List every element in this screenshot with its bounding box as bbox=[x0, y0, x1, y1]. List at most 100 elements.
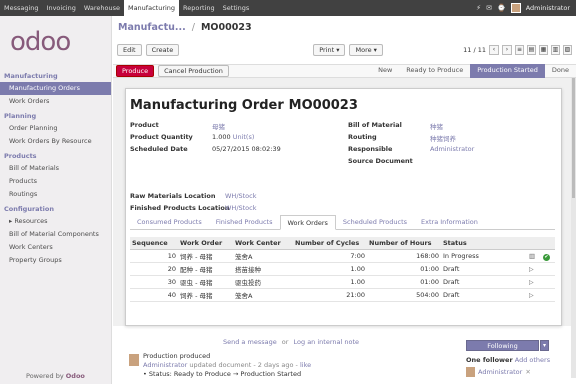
sidebar-item-work-centers[interactable]: Work Centers bbox=[0, 241, 111, 254]
chatter-or: or bbox=[281, 338, 289, 346]
toolbar: Edit Create Print ▾ More ▾ 11 / 11 ‹ › ≡… bbox=[113, 42, 576, 58]
tab-work-orders[interactable]: Work Orders bbox=[279, 215, 336, 230]
sidebar-item-routings[interactable]: Routings bbox=[0, 188, 111, 201]
table-row[interactable]: 10 饲养 - 母猪 笼舍A 7:00 168:00 In Progress ▥… bbox=[130, 249, 555, 263]
cell-hours: 01:00 bbox=[367, 262, 441, 276]
tab-consumed-products[interactable]: Consumed Products bbox=[130, 215, 209, 229]
pause-icon[interactable]: ▥ bbox=[527, 249, 541, 263]
user-menu[interactable]: Administrator bbox=[526, 4, 570, 12]
menu-reporting[interactable]: Reporting bbox=[179, 0, 219, 16]
scrollbar[interactable] bbox=[571, 78, 576, 378]
menu-settings[interactable]: Settings bbox=[219, 0, 254, 16]
scrollbar-thumb[interactable] bbox=[572, 78, 575, 198]
product-field[interactable]: 母猪 bbox=[212, 123, 225, 131]
source-doc-label: Source Document bbox=[348, 157, 413, 165]
row-empty bbox=[541, 262, 555, 276]
cell-work-order: 饲养 - 母猪 bbox=[178, 249, 233, 263]
more-button[interactable]: More ▾ bbox=[349, 44, 383, 56]
send-message-link[interactable]: Send a message bbox=[223, 338, 277, 346]
odoo-logo[interactable]: odoo bbox=[0, 16, 111, 68]
menu-warehouse[interactable]: Warehouse bbox=[80, 0, 124, 16]
menu-messaging[interactable]: Messaging bbox=[0, 0, 43, 16]
calendar-view-icon[interactable]: ▦ bbox=[539, 45, 548, 55]
col-work-order[interactable]: Work Order bbox=[178, 237, 233, 250]
log-note-link[interactable]: Log an internal note bbox=[294, 338, 360, 346]
tab-finished-products[interactable]: Finished Products bbox=[209, 215, 280, 229]
breadcrumb: Manufactu... / MO00023 bbox=[113, 16, 576, 42]
col-cycles[interactable]: Number of Cycles bbox=[293, 237, 367, 250]
add-others-link[interactable]: Add others bbox=[515, 356, 550, 364]
sidebar-item-resources[interactable]: ▸ Resources bbox=[0, 215, 111, 228]
chat-icon[interactable]: ✉ bbox=[486, 4, 492, 12]
pager: 11 / 11 ‹ › ≡ ▤ ▦ ▥ ▨ bbox=[463, 45, 572, 55]
qty-field[interactable]: 1.000 bbox=[212, 133, 231, 141]
sidebar-item-bill-of-materials[interactable]: Bill of Materials bbox=[0, 162, 111, 175]
col-actions-2 bbox=[541, 237, 555, 250]
table-row[interactable]: 40 饲养 - 母猪 笼舍A 21:00 504:00 Draft ▷ bbox=[130, 288, 555, 302]
sidebar-item-property-groups[interactable]: Property Groups bbox=[0, 254, 111, 267]
sidebar-item-work-orders-by-resource[interactable]: Work Orders By Resource bbox=[0, 135, 111, 148]
graph-view-icon[interactable]: ▨ bbox=[563, 45, 572, 55]
finished-location-field[interactable]: WH/Stock bbox=[225, 204, 257, 212]
clock-icon[interactable]: ⌚ bbox=[497, 4, 506, 12]
tab-extra-information[interactable]: Extra Information bbox=[414, 215, 485, 229]
qty-unit-field[interactable]: Unit(s) bbox=[233, 133, 255, 141]
like-link[interactable]: like bbox=[300, 361, 311, 369]
start-icon[interactable]: ▷ bbox=[527, 275, 541, 289]
col-sequence[interactable]: Sequence bbox=[130, 237, 178, 250]
status-bar: Produce Cancel Production New Ready to P… bbox=[113, 64, 576, 78]
cell-work-center: 笼舍A bbox=[233, 288, 293, 302]
responsible-field[interactable]: Administrator bbox=[430, 145, 474, 153]
odoo-link[interactable]: Odoo bbox=[66, 372, 85, 380]
sidebar-item-work-orders[interactable]: Work Orders bbox=[0, 95, 111, 108]
col-work-center[interactable]: Work Center bbox=[233, 237, 293, 250]
create-button[interactable]: Create bbox=[145, 44, 180, 56]
finish-icon[interactable]: ✔ bbox=[541, 249, 555, 263]
follower-name[interactable]: Administrator bbox=[478, 368, 522, 376]
cell-status: Draft bbox=[441, 262, 527, 276]
pager-next-icon[interactable]: › bbox=[502, 45, 512, 55]
produce-button[interactable]: Produce bbox=[116, 65, 155, 77]
menu-manufacturing[interactable]: Manufacturing bbox=[123, 0, 180, 16]
notebook-tabs: Consumed Products Finished Products Work… bbox=[130, 215, 555, 230]
col-status[interactable]: Status bbox=[441, 237, 527, 250]
list-view-icon[interactable]: ≡ bbox=[515, 45, 524, 55]
pager-value: 11 / 11 bbox=[463, 46, 486, 54]
sidebar-item-bom-components[interactable]: Bill of Material Components bbox=[0, 228, 111, 241]
table-header-row: Sequence Work Order Work Center Number o… bbox=[130, 237, 555, 250]
table-row[interactable]: 30 驱虫 - 母猪 驱虫投药 1.00 01:00 Draft ▷ bbox=[130, 275, 555, 289]
pager-prev-icon[interactable]: ‹ bbox=[489, 45, 499, 55]
start-icon[interactable]: ▷ bbox=[527, 288, 541, 302]
following-button[interactable]: Following bbox=[466, 340, 539, 351]
form-view-icon[interactable]: ▤ bbox=[527, 45, 536, 55]
sidebar-head-products: Products bbox=[4, 152, 37, 160]
start-icon[interactable]: ▷ bbox=[527, 262, 541, 276]
col-hours[interactable]: Number of Hours bbox=[367, 237, 441, 250]
date-field[interactable]: 05/27/2015 08:02:39 bbox=[212, 145, 281, 153]
bom-field[interactable]: 种猪 bbox=[430, 123, 443, 131]
raw-location-field[interactable]: WH/Stock bbox=[225, 192, 257, 200]
sidebar-item-manufacturing-orders[interactable]: Manufacturing Orders bbox=[0, 82, 111, 95]
tab-scheduled-products[interactable]: Scheduled Products bbox=[336, 215, 414, 229]
gantt-view-icon[interactable]: ▥ bbox=[551, 45, 560, 55]
follow-dropdown-icon[interactable]: ▾ bbox=[540, 340, 549, 351]
breadcrumb-parent[interactable]: Manufactu... bbox=[118, 22, 186, 33]
message-change: • Status: Ready to Produce → Production … bbox=[143, 370, 302, 378]
sidebar-item-order-planning[interactable]: Order Planning bbox=[0, 122, 111, 135]
message-author[interactable]: Administrator bbox=[143, 361, 187, 369]
status-step-new: New bbox=[378, 66, 393, 74]
work-orders-table: Sequence Work Order Work Center Number o… bbox=[130, 237, 555, 302]
cell-work-center: 驱虫投药 bbox=[233, 275, 293, 289]
menu-invoicing[interactable]: Invoicing bbox=[43, 0, 80, 16]
user-avatar[interactable] bbox=[510, 3, 521, 13]
edit-button[interactable]: Edit bbox=[117, 44, 142, 56]
table-row[interactable]: 20 配种 - 母猪 搭苗接种 1.00 01:00 Draft ▷ bbox=[130, 262, 555, 276]
cell-hours: 504:00 bbox=[367, 288, 441, 302]
remove-follower-icon[interactable]: ✕ bbox=[525, 368, 530, 376]
chatter-compose: Send a message or Log an internal note bbox=[223, 338, 359, 346]
routing-field[interactable]: 种猪饲养 bbox=[430, 135, 456, 143]
sidebar-item-products[interactable]: Products bbox=[0, 175, 111, 188]
cancel-production-button[interactable]: Cancel Production bbox=[158, 65, 229, 77]
print-button[interactable]: Print ▾ bbox=[313, 44, 346, 56]
activity-icon[interactable]: ⚡ bbox=[476, 4, 481, 12]
